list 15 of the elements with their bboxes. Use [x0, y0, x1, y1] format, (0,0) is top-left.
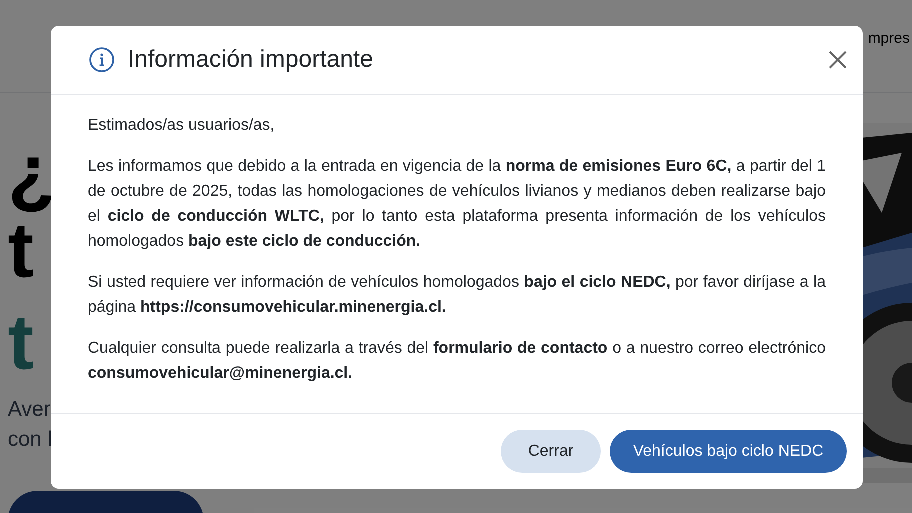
hero-subtitle-line: Aver: [8, 397, 51, 423]
hero-subtitle-line: con l: [8, 427, 52, 453]
nav-link[interactable]: mpres: [868, 28, 910, 50]
paragraph: Si usted requiere ver información de vehículos homologados bajo el ciclo NEDC, por favor diríjase a la página https://consumovehicular.minenergia.cl.: [88, 273, 826, 318]
paragraph: Estimados/as usuarios/as,: [88, 116, 276, 136]
info-icon: [89, 47, 115, 73]
close-dialog-button[interactable]: Cerrar: [501, 430, 601, 473]
close-button[interactable]: [827, 49, 849, 71]
paragraph: Cualquier consulta puede realizarla a través del formulario de contacto o a nuestro correo electrónico consumovehicular@minenergia.cl.: [88, 339, 826, 384]
hero-heading-line: ¿: [8, 133, 56, 211]
hero-heading-line: t: [8, 211, 34, 289]
dialog-title: Información importante: [128, 45, 374, 75]
hero-heading-line: t: [8, 303, 34, 381]
paragraph: Les informamos que debido a la entrada en vigencia de la norma de emisiones Euro 6C, a partir del 1 de octubre de 2025, todas las homologaciones de vehículos livianos y medianos deben realizarse bajo el ciclo de conducción WLTC, por lo tanto esta plataforma presenta información de los vehículos homologados bajo este ciclo de conducción.: [88, 157, 826, 252]
nedc-vehicles-button[interactable]: Vehículos bajo ciclo NEDC: [610, 430, 847, 473]
